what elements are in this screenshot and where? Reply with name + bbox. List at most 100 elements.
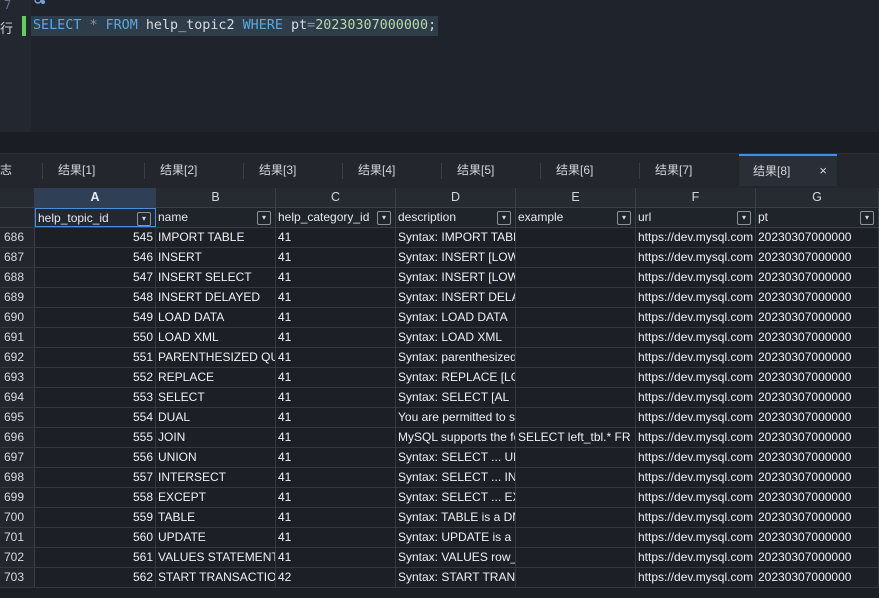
table-cell-id[interactable]: 549 bbox=[35, 308, 156, 327]
table-cell-cat[interactable]: 41 bbox=[276, 348, 396, 367]
result-tab-4[interactable]: 结果[4] bbox=[344, 154, 442, 188]
table-cell-desc[interactable]: Syntax: parenthesized_ bbox=[396, 348, 516, 367]
table-cell-ex[interactable] bbox=[516, 348, 636, 367]
table-cell-cat[interactable]: 41 bbox=[276, 388, 396, 407]
table-cell-url[interactable]: https://dev.mysql.com bbox=[636, 408, 756, 427]
result-tab-5[interactable]: 结果[5] bbox=[443, 154, 541, 188]
table-cell-ex[interactable] bbox=[516, 548, 636, 567]
field-header-example[interactable]: example ▾ bbox=[516, 208, 636, 227]
result-tab-6[interactable]: 结果[6] bbox=[542, 154, 640, 188]
table-cell-desc[interactable]: Syntax: SELECT [AL bbox=[396, 388, 516, 407]
table-cell-id[interactable]: 562 bbox=[35, 568, 156, 587]
table-cell-cat[interactable]: 41 bbox=[276, 528, 396, 547]
table-cell-pt[interactable]: 20230307000000 bbox=[756, 508, 879, 527]
table-cell-url[interactable]: https://dev.mysql.com bbox=[636, 228, 756, 247]
table-cell-cat[interactable]: 41 bbox=[276, 328, 396, 347]
chevron-down-icon[interactable]: ▾ bbox=[137, 212, 151, 226]
row-number[interactable]: 690 bbox=[0, 308, 35, 327]
row-number[interactable]: 698 bbox=[0, 468, 35, 487]
close-icon[interactable]: × bbox=[819, 156, 827, 186]
table-cell-ex[interactable] bbox=[516, 448, 636, 467]
table-cell-ex[interactable] bbox=[516, 508, 636, 527]
table-cell-cat[interactable]: 41 bbox=[276, 488, 396, 507]
table-cell-id[interactable]: 548 bbox=[35, 288, 156, 307]
table-cell-name[interactable]: VALUES STATEMENT bbox=[156, 548, 276, 567]
table-cell-pt[interactable]: 20230307000000 bbox=[756, 388, 879, 407]
table-cell-desc[interactable]: Syntax: UPDATE is a D bbox=[396, 528, 516, 547]
table-cell-desc[interactable]: Syntax: VALUES row_c bbox=[396, 548, 516, 567]
table-cell-pt[interactable]: 20230307000000 bbox=[756, 528, 879, 547]
sql-editor[interactable]: 7 行 SELECT * FROM help_topic2 WHERE pt=2… bbox=[0, 0, 879, 132]
table-cell-cat[interactable]: 41 bbox=[276, 248, 396, 267]
table-cell-id[interactable]: 555 bbox=[35, 428, 156, 447]
table-row[interactable]: 700 559 TABLE 41 Syntax: TABLE is a DM https:… bbox=[0, 508, 879, 528]
row-number[interactable]: 696 bbox=[0, 428, 35, 447]
table-cell-name[interactable]: IMPORT TABLE bbox=[156, 228, 276, 247]
table-cell-ex[interactable] bbox=[516, 408, 636, 427]
table-cell-desc[interactable]: Syntax: INSERT DELAYE bbox=[396, 288, 516, 307]
table-cell-name[interactable]: LOAD XML bbox=[156, 328, 276, 347]
table-cell-pt[interactable]: 20230307000000 bbox=[756, 408, 879, 427]
table-cell-name[interactable]: JOIN bbox=[156, 428, 276, 447]
result-tab-7[interactable]: 结果[7] bbox=[641, 154, 738, 188]
table-cell-desc[interactable]: MySQL supports the fo bbox=[396, 428, 516, 447]
table-cell-url[interactable]: https://dev.mysql.com bbox=[636, 268, 756, 287]
table-cell-cat[interactable]: 41 bbox=[276, 548, 396, 567]
result-grid[interactable]: A B C D E F Ghelp_topic_id ▾ name ▾ help_category_… bbox=[0, 188, 879, 598]
table-cell-name[interactable]: SELECT bbox=[156, 388, 276, 407]
chevron-down-icon[interactable]: ▾ bbox=[497, 211, 511, 225]
bulb-hint-icon[interactable] bbox=[34, 0, 46, 6]
table-cell-desc[interactable]: Syntax: INSERT [LOW_ bbox=[396, 248, 516, 267]
chevron-down-icon[interactable]: ▾ bbox=[377, 211, 391, 225]
field-header-pt[interactable]: pt ▾ bbox=[756, 208, 879, 227]
table-row[interactable]: 692 551 PARENTHESIZED QUE 41 Syntax: parenth… bbox=[0, 348, 879, 368]
table-cell-desc[interactable]: Syntax: LOAD XML bbox=[396, 328, 516, 347]
table-cell-name[interactable]: PARENTHESIZED QUE bbox=[156, 348, 276, 367]
table-cell-desc[interactable]: Syntax: SELECT ... INT bbox=[396, 468, 516, 487]
table-cell-cat[interactable]: 41 bbox=[276, 428, 396, 447]
table-row[interactable]: 690 549 LOAD DATA 41 Syntax: LOAD DATA https:… bbox=[0, 308, 879, 328]
table-cell-name[interactable]: REPLACE bbox=[156, 368, 276, 387]
column-header-d[interactable]: D bbox=[396, 188, 516, 207]
table-row[interactable]: 697 556 UNION 41 Syntax: SELECT ... UN https:… bbox=[0, 448, 879, 468]
table-cell-name[interactable]: INSERT DELAYED bbox=[156, 288, 276, 307]
table-cell-desc[interactable]: Syntax: IMPORT TABLE bbox=[396, 228, 516, 247]
table-cell-id[interactable]: 552 bbox=[35, 368, 156, 387]
table-cell-name[interactable]: INTERSECT bbox=[156, 468, 276, 487]
table-cell-pt[interactable]: 20230307000000 bbox=[756, 428, 879, 447]
table-row[interactable]: 687 546 INSERT 41 Syntax: INSERT [LOW_ https:… bbox=[0, 248, 879, 268]
column-header-a[interactable]: A bbox=[35, 188, 156, 207]
table-cell-pt[interactable]: 20230307000000 bbox=[756, 268, 879, 287]
table-cell-url[interactable]: https://dev.mysql.com bbox=[636, 468, 756, 487]
table-cell-cat[interactable]: 41 bbox=[276, 448, 396, 467]
table-cell-id[interactable]: 553 bbox=[35, 388, 156, 407]
table-cell-pt[interactable]: 20230307000000 bbox=[756, 328, 879, 347]
table-row[interactable]: 688 547 INSERT SELECT 41 Syntax: INSERT [LOW… bbox=[0, 268, 879, 288]
table-cell-cat[interactable]: 41 bbox=[276, 268, 396, 287]
result-tab-2[interactable]: 结果[2] bbox=[146, 154, 244, 188]
panel-splitter[interactable] bbox=[0, 132, 879, 153]
table-cell-pt[interactable]: 20230307000000 bbox=[756, 568, 879, 587]
table-cell-url[interactable]: https://dev.mysql.com bbox=[636, 348, 756, 367]
table-cell-ex[interactable] bbox=[516, 248, 636, 267]
table-row[interactable]: 694 553 SELECT 41 Syntax: SELECT [AL https://… bbox=[0, 388, 879, 408]
table-cell-cat[interactable]: 41 bbox=[276, 288, 396, 307]
table-cell-url[interactable]: https://dev.mysql.com bbox=[636, 528, 756, 547]
table-cell-url[interactable]: https://dev.mysql.com bbox=[636, 368, 756, 387]
chevron-down-icon[interactable]: ▾ bbox=[737, 211, 751, 225]
table-cell-id[interactable]: 557 bbox=[35, 468, 156, 487]
table-row[interactable]: 691 550 LOAD XML 41 Syntax: LOAD XML https://… bbox=[0, 328, 879, 348]
table-cell-pt[interactable]: 20230307000000 bbox=[756, 548, 879, 567]
table-cell-ex[interactable] bbox=[516, 468, 636, 487]
table-cell-name[interactable]: UPDATE bbox=[156, 528, 276, 547]
table-cell-desc[interactable]: Syntax: START TRANS bbox=[396, 568, 516, 587]
table-row[interactable]: 703 562 START TRANSACTION 42 Syntax: START T… bbox=[0, 568, 879, 588]
column-header-e[interactable]: E bbox=[516, 188, 636, 207]
row-number[interactable]: 686 bbox=[0, 228, 35, 247]
table-cell-desc[interactable]: Syntax: REPLACE [LOW bbox=[396, 368, 516, 387]
table-cell-url[interactable]: https://dev.mysql.com bbox=[636, 288, 756, 307]
table-cell-desc[interactable]: Syntax: SELECT ... EXC bbox=[396, 488, 516, 507]
table-cell-cat[interactable]: 41 bbox=[276, 308, 396, 327]
row-number[interactable]: 694 bbox=[0, 388, 35, 407]
table-cell-cat[interactable]: 41 bbox=[276, 408, 396, 427]
